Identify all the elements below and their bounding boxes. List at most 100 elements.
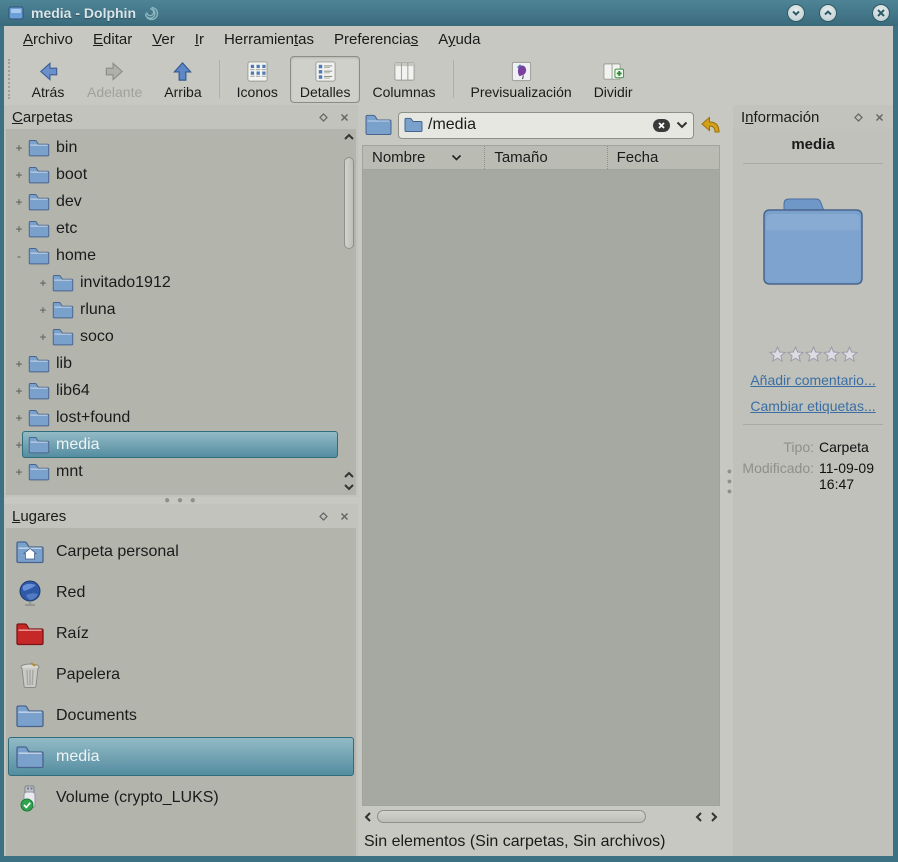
panel-splitter[interactable]: ● ● ● — [4, 497, 358, 504]
scroll-track[interactable] — [377, 810, 690, 823]
star-icon[interactable] — [805, 346, 822, 362]
folder-icon[interactable] — [365, 114, 392, 136]
information-panel: Información media Añadir comentario... C… — [733, 105, 893, 856]
tree-expander-icon[interactable]: + — [12, 222, 26, 236]
tree-expander-icon[interactable]: + — [12, 465, 26, 479]
file-view-area[interactable] — [362, 170, 720, 806]
place-item-media[interactable]: media — [6, 736, 356, 777]
arrow-right-icon — [103, 60, 126, 83]
tree-item-bin[interactable]: +bin — [6, 134, 342, 161]
tree-expander-icon[interactable]: + — [12, 141, 26, 155]
tree-expander-icon[interactable]: + — [12, 438, 26, 452]
iconos-button[interactable]: Iconos — [227, 56, 288, 103]
atr-s-button[interactable]: Atrás — [21, 56, 75, 103]
location-path[interactable]: /media — [428, 116, 647, 134]
star-icon[interactable] — [823, 346, 840, 362]
scroll-track[interactable] — [344, 143, 354, 469]
menu-preferencias[interactable]: Preferencias — [325, 28, 427, 51]
menu-archivo[interactable]: Archivo — [14, 28, 82, 51]
tree-item-boot[interactable]: +boot — [6, 161, 342, 188]
rating-stars[interactable] — [733, 346, 893, 362]
maximize-button[interactable] — [819, 4, 837, 22]
menu-ver[interactable]: Ver — [143, 28, 184, 51]
scroll-thumb[interactable] — [377, 810, 646, 823]
scroll-right-icon[interactable] — [708, 811, 720, 823]
place-item-volume-crypto-luks-[interactable]: Volume (crypto_LUKS) — [6, 777, 356, 818]
close-panel-icon[interactable] — [337, 110, 352, 125]
dividir-button[interactable]: Dividir — [584, 56, 643, 103]
scroll-thumb[interactable] — [344, 157, 354, 249]
close-panel-icon[interactable] — [872, 110, 887, 125]
place-item-papelera[interactable]: Papelera — [6, 654, 356, 695]
previsualizaci-n-button[interactable]: Previsualización — [461, 56, 582, 103]
scroll-up-icon[interactable] — [343, 469, 355, 481]
star-icon[interactable] — [769, 346, 786, 362]
scroll-left-icon[interactable] — [693, 811, 705, 823]
place-item-documents[interactable]: Documents — [6, 695, 356, 736]
folders-panel-header: Carpetas — [4, 105, 358, 129]
float-panel-icon[interactable] — [851, 110, 866, 125]
tree-item-lib[interactable]: +lib — [6, 350, 342, 377]
tree-expander-icon[interactable]: + — [12, 384, 26, 398]
folder-icon — [28, 193, 50, 211]
tree-expander-icon[interactable]: + — [36, 303, 50, 317]
tree-expander-icon[interactable]: + — [12, 357, 26, 371]
tree-expander-icon[interactable]: + — [12, 195, 26, 209]
tree-expander-icon[interactable]: + — [12, 168, 26, 182]
change-tags-link[interactable]: Cambiar etiquetas... — [733, 398, 893, 414]
clear-text-icon[interactable] — [652, 118, 671, 133]
toolbar-drag-handle[interactable] — [8, 59, 14, 99]
star-icon[interactable] — [787, 346, 804, 362]
undo-icon[interactable] — [700, 115, 722, 135]
float-panel-icon[interactable] — [316, 110, 331, 125]
tree-item-home[interactable]: -home — [6, 242, 342, 269]
folders-panel-title: Carpetas — [12, 109, 310, 126]
dolphin-app-icon — [8, 5, 24, 21]
network-globe-icon — [16, 579, 44, 607]
tree-expander-icon[interactable]: + — [36, 330, 50, 344]
column-header-fecha[interactable]: Fecha — [607, 146, 719, 169]
place-item-ra-z[interactable]: Raíz — [6, 613, 356, 654]
tree-item-soco[interactable]: +soco — [6, 323, 342, 350]
vertical-splitter[interactable]: ●●● — [726, 105, 733, 856]
detalles-button[interactable]: Detalles — [290, 56, 361, 103]
star-icon[interactable] — [841, 346, 858, 362]
scroll-left-icon[interactable] — [362, 811, 374, 823]
tree-item-lost+found[interactable]: +lost+found — [6, 404, 342, 431]
tree-item-label: invitado1912 — [80, 274, 171, 292]
location-input[interactable]: /media — [398, 112, 694, 139]
tree-item-etc[interactable]: +etc — [6, 215, 342, 242]
menu-herramientas[interactable]: Herramientas — [215, 28, 323, 51]
column-header-tamaño[interactable]: Tamaño — [484, 146, 606, 169]
scroll-up-icon[interactable] — [343, 131, 355, 143]
scroll-down-icon[interactable] — [343, 481, 355, 493]
place-item-carpeta-personal[interactable]: Carpeta personal — [6, 531, 356, 572]
float-panel-icon[interactable] — [316, 509, 331, 524]
tree-expander-icon[interactable]: + — [36, 276, 50, 290]
tree-item-mnt[interactable]: +mnt — [6, 458, 342, 485]
toolbar-button-label: Iconos — [237, 84, 278, 100]
tree-item-media[interactable]: +media — [6, 431, 342, 458]
arriba-button[interactable]: Arriba — [154, 56, 211, 103]
tree-expander-icon[interactable]: - — [12, 249, 26, 263]
dropdown-chevron-icon[interactable] — [676, 121, 688, 129]
column-header-nombre[interactable]: Nombre — [363, 146, 484, 169]
places-panel: Lugares Carpeta personalRedRaízPapeleraD… — [4, 504, 358, 856]
horizontal-scrollbar[interactable] — [358, 806, 726, 827]
close-panel-icon[interactable] — [337, 509, 352, 524]
menu-ayuda[interactable]: Ayuda — [429, 28, 489, 51]
menu-ir[interactable]: Ir — [186, 28, 213, 51]
tree-item-rluna[interactable]: +rluna — [6, 296, 342, 323]
place-item-red[interactable]: Red — [6, 572, 356, 613]
minimize-button[interactable] — [787, 4, 805, 22]
tree-item-dev[interactable]: +dev — [6, 188, 342, 215]
tree-item-lib64[interactable]: +lib64 — [6, 377, 342, 404]
view-details-icon — [314, 60, 337, 83]
tree-expander-icon[interactable]: + — [12, 411, 26, 425]
close-button[interactable] — [872, 4, 890, 22]
menu-editar[interactable]: Editar — [84, 28, 141, 51]
add-comment-link[interactable]: Añadir comentario... — [733, 372, 893, 388]
columnas-button[interactable]: Columnas — [362, 56, 445, 103]
folders-scrollbar[interactable] — [342, 129, 356, 495]
tree-item-invitado1912[interactable]: + invitado1912 — [6, 269, 342, 296]
